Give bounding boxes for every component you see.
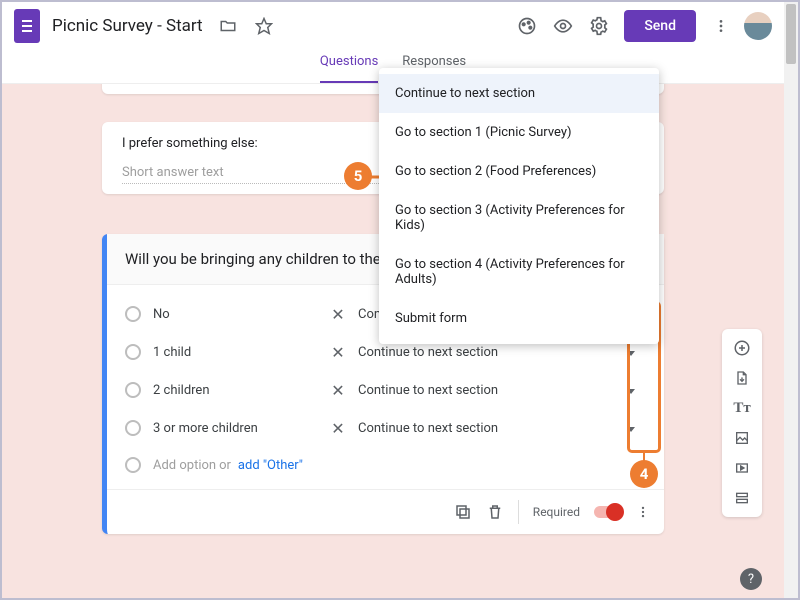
- or-text: or: [219, 458, 231, 473]
- remove-option-icon[interactable]: ✕: [318, 305, 358, 324]
- duplicate-icon[interactable]: [454, 503, 472, 521]
- dropdown-item[interactable]: Go to section 2 (Food Preferences): [379, 152, 659, 191]
- dropdown-item[interactable]: Submit form: [379, 299, 659, 338]
- remove-option-icon[interactable]: ✕: [318, 419, 358, 438]
- user-avatar[interactable]: [744, 12, 772, 40]
- section-goto-dropdown: Continue to next section Go to section 1…: [379, 68, 659, 344]
- side-toolbar: Tᴛ: [722, 329, 762, 517]
- app-header: Picnic Survey - Start Send: [2, 2, 784, 50]
- radio-icon: [125, 382, 141, 398]
- preview-icon[interactable]: [552, 15, 574, 37]
- option-row: 3 or more children ✕ Continue to next se…: [125, 409, 646, 447]
- forms-logo-icon[interactable]: [14, 9, 40, 43]
- goto-select[interactable]: Continue to next section: [358, 421, 616, 436]
- tab-questions[interactable]: Questions: [320, 54, 378, 83]
- option-text[interactable]: 3 or more children: [153, 421, 318, 436]
- add-section-icon[interactable]: [722, 483, 762, 513]
- remove-option-icon[interactable]: ✕: [318, 381, 358, 400]
- dropdown-item[interactable]: Continue to next section: [379, 74, 659, 113]
- star-icon[interactable]: [253, 15, 275, 37]
- radio-icon: [125, 420, 141, 436]
- dropdown-item[interactable]: Go to section 4 (Activity Preferences fo…: [379, 245, 659, 299]
- send-button[interactable]: Send: [624, 10, 696, 42]
- add-other-button[interactable]: add "Other": [238, 458, 303, 473]
- add-title-icon[interactable]: Tᴛ: [722, 393, 762, 423]
- goto-select[interactable]: Continue to next section: [358, 383, 616, 398]
- document-title[interactable]: Picnic Survey - Start: [52, 16, 203, 36]
- required-label: Required: [533, 505, 580, 519]
- option-text[interactable]: 1 child: [153, 345, 318, 360]
- vertical-scrollbar[interactable]: [784, 2, 798, 598]
- import-questions-icon[interactable]: [722, 363, 762, 393]
- callout-badge-5: 5: [344, 162, 372, 190]
- goto-select[interactable]: Continue to next section: [358, 345, 616, 360]
- callout-pointer-4: [643, 452, 645, 462]
- settings-icon[interactable]: [588, 15, 610, 37]
- radio-icon: [125, 344, 141, 360]
- delete-icon[interactable]: [486, 503, 504, 521]
- required-toggle[interactable]: [594, 506, 622, 518]
- palette-icon[interactable]: [516, 15, 538, 37]
- add-image-icon[interactable]: [722, 423, 762, 453]
- option-row: 2 children ✕ Continue to next section: [125, 371, 646, 409]
- scrollbar-thumb[interactable]: [786, 4, 796, 64]
- callout-badge-4: 4: [630, 460, 658, 488]
- add-option-row: Add option or add "Other": [125, 447, 646, 483]
- question-more-icon[interactable]: [636, 505, 650, 519]
- add-question-icon[interactable]: [722, 333, 762, 363]
- option-text[interactable]: 2 children: [153, 383, 318, 398]
- question-footer: Required: [107, 489, 664, 534]
- remove-option-icon[interactable]: ✕: [318, 343, 358, 362]
- divider: [518, 500, 519, 524]
- help-icon[interactable]: ?: [740, 568, 762, 590]
- dropdown-item[interactable]: Go to section 3 (Activity Preferences fo…: [379, 191, 659, 245]
- radio-icon: [125, 457, 141, 473]
- dropdown-item[interactable]: Go to section 1 (Picnic Survey): [379, 113, 659, 152]
- add-option-button[interactable]: Add option: [153, 458, 216, 473]
- move-to-folder-icon[interactable]: [217, 15, 239, 37]
- option-text[interactable]: No: [153, 307, 318, 322]
- add-video-icon[interactable]: [722, 453, 762, 483]
- radio-icon: [125, 306, 141, 322]
- more-icon[interactable]: [710, 15, 732, 37]
